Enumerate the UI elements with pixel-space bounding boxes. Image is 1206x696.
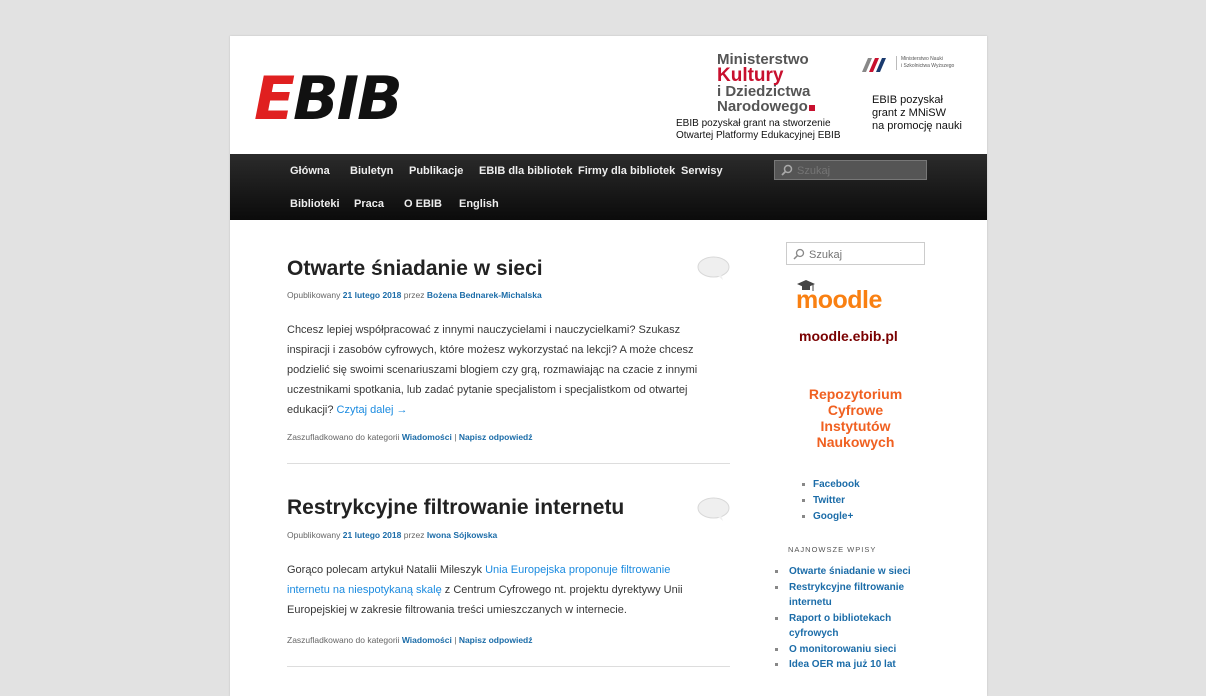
post-article: Otwarte śniadanie w sieci — [287, 257, 732, 281]
nav-search-input[interactable] — [795, 163, 924, 179]
post-article: Restrykcyjne filtrowanie internetu — [287, 496, 732, 520]
sidebar-search-input[interactable] — [807, 247, 921, 263]
logo-e: E — [254, 64, 295, 134]
post-divider — [287, 666, 730, 667]
social-twitter[interactable]: Twitter — [802, 493, 860, 509]
grant-mnisw[interactable]: EBIB pozyskał grant z MNiSW na promocję … — [872, 94, 982, 133]
recent-post-item[interactable]: Raport o bibliotekach cyfrowych — [775, 611, 915, 642]
mkidn-line3: i Dziedzictwa — [717, 83, 811, 100]
social-facebook[interactable]: Facebook — [802, 477, 860, 493]
search-icon — [781, 164, 793, 176]
moodle-logo[interactable]: moodle — [796, 280, 882, 315]
post-excerpt: Chcesz lepiej współpracować z innymi nau… — [287, 324, 698, 416]
post-date-link[interactable]: 21 lutego 2018 — [343, 530, 402, 540]
social-links: Facebook Twitter Google+ — [802, 477, 860, 525]
grant2-line3: na promocję nauki — [872, 120, 962, 132]
nav-item-serwisy[interactable]: Serwisy — [681, 165, 723, 177]
nav-item-firmy-dla-bibliotek[interactable]: Firmy dla bibliotek — [578, 165, 675, 177]
mkidn-line4: Narodowego — [717, 99, 847, 114]
nav-item-biblioteki[interactable]: Biblioteki — [290, 198, 340, 210]
page: EBIB Ministerstwo Kultury i Dziedzictwa … — [230, 36, 987, 696]
repository-link[interactable]: Repozytorium Cyfrowe Instytutów Naukowyc… — [786, 386, 925, 450]
mnisw-logo[interactable]: Ministerstwo Nauki i Szkolnictwa Wyższeg… — [862, 56, 972, 76]
recent-post-item[interactable]: Idea OER ma już 10 lat — [775, 657, 915, 673]
comment-bubble-icon[interactable] — [697, 497, 730, 521]
nav-item-o-ebib[interactable]: O EBIB — [404, 198, 442, 210]
post-author-link[interactable]: Iwona Sójkowska — [427, 530, 497, 540]
grant2-line1: EBIB pozyskał — [872, 94, 943, 106]
post-date-link[interactable]: 21 lutego 2018 — [343, 290, 402, 300]
post-divider — [287, 463, 730, 464]
grant1-line2: Otwartej Platformy Edukacyjnej EBIB — [676, 130, 841, 141]
post-meta: Opublikowany 21 lutego 2018 przez Iwona … — [287, 530, 498, 540]
post-author-link[interactable]: Bożena Bednarek-Michalska — [427, 290, 542, 300]
post-meta: Opublikowany 21 lutego 2018 przez Bożena… — [287, 290, 542, 300]
sidebar-search-box[interactable] — [786, 242, 925, 265]
grant1-line1: EBIB pozyskał grant na stworzenie — [676, 118, 831, 129]
comment-bubble-icon[interactable] — [697, 256, 730, 280]
moodle-link[interactable]: moodle.ebib.pl — [799, 328, 898, 344]
recent-posts-list: Otwarte śniadanie w sieci Restrykcyjne f… — [775, 564, 915, 673]
mnisw-mark-icon — [862, 58, 886, 72]
recent-post-item[interactable]: O monitorowaniu sieci — [775, 642, 915, 658]
nav-search-box[interactable] — [774, 160, 927, 180]
grant-opened-platform[interactable]: EBIB pozyskał grant na stworzenie Otwart… — [676, 118, 856, 142]
article-link-cont[interactable]: internetu na niespotykaną skalę — [287, 584, 442, 596]
mnisw-logo-text: Ministerstwo Nauki i Szkolnictwa Wyższeg… — [896, 56, 954, 70]
nav-item-publikacje[interactable]: Publikacje — [409, 165, 463, 177]
grant2-line2: grant z MNiSW — [872, 107, 946, 119]
recent-post-item[interactable]: Otwarte śniadanie w sieci — [775, 564, 915, 580]
logo-rest: BIB — [293, 64, 403, 134]
nav-item-ebib-dla-bibliotek[interactable]: EBIB dla bibliotek — [479, 165, 573, 177]
post-title[interactable]: Otwarte śniadanie w sieci — [287, 257, 732, 281]
mkidn-logo[interactable]: Ministerstwo Kultury i Dziedzictwa Narod… — [717, 52, 847, 114]
article-link[interactable]: Unia Europejska proponuje filtrowanie — [485, 564, 670, 576]
nav-item-biuletyn[interactable]: Biuletyn — [350, 165, 393, 177]
reply-link[interactable]: Napisz odpowiedź — [459, 635, 533, 645]
search-icon — [793, 248, 805, 260]
mkidn-line2: Kultury — [717, 65, 784, 86]
graduation-cap-icon — [797, 280, 815, 291]
reply-link[interactable]: Napisz odpowiedź — [459, 432, 533, 442]
ebib-logo[interactable]: EBIB — [254, 64, 403, 134]
category-link[interactable]: Wiadomości — [402, 635, 452, 645]
nav-item-english[interactable]: English — [459, 198, 499, 210]
social-google-plus[interactable]: Google+ — [802, 509, 860, 525]
category-link[interactable]: Wiadomości — [402, 432, 452, 442]
post-categories: Zaszufladkowano do kategorii Wiadomości … — [287, 635, 533, 645]
recent-posts-heading: NAJNOWSZE WPISY — [788, 545, 877, 554]
main-nav: Główna Biuletyn Publikacje EBIB dla bibl… — [230, 154, 987, 220]
post-title[interactable]: Restrykcyjne filtrowanie internetu — [287, 496, 732, 520]
nav-item-praca[interactable]: Praca — [354, 198, 384, 210]
read-more-link[interactable]: Czytaj dalej → — [337, 404, 408, 416]
recent-post-item[interactable]: Restrykcyjne filtrowanie internetu — [775, 580, 915, 611]
nav-item-glowna[interactable]: Główna — [290, 165, 330, 177]
post-excerpt: Gorąco polecam artykuł Natalii Mileszyk … — [287, 564, 683, 616]
post-categories: Zaszufladkowano do kategorii Wiadomości … — [287, 432, 533, 442]
